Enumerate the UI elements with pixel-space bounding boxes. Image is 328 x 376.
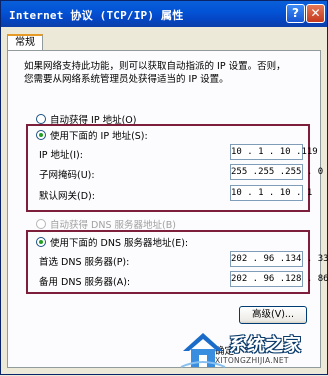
- alternate-dns-label: 备用 DNS 服务器(A):: [39, 277, 131, 288]
- subnet-mask-label: 子网掩码(U):: [39, 170, 95, 181]
- preferred-dns-field[interactable]: 202 . 96 .134 . 33: [230, 251, 328, 267]
- description-text: 如果网络支持此功能，则可以获取自动指派的 IP 设置。否则， 您需要从网络系统管…: [24, 61, 286, 85]
- auto-dns-label: 自动获得 DNS 服务器地址(B): [50, 220, 176, 231]
- manual-dns-label: 使用下面的 DNS 服务器地址(E):: [50, 238, 189, 249]
- radio-button-checked-icon: [36, 130, 46, 140]
- close-button[interactable]: ✕: [306, 4, 325, 23]
- default-gateway-field[interactable]: 10 . 1 . 10 . 1: [230, 185, 312, 201]
- radio-button-disabled-icon: [36, 219, 46, 229]
- radio-button-icon: [36, 114, 46, 124]
- subnet-mask-field[interactable]: 255 .255 .255 . 0: [230, 164, 323, 180]
- ip-properties-dialog: Internet 协议 (TCP/IP) 属性 ? ✕ 常规 如果网络支持此功能…: [0, 0, 328, 375]
- radio-button-checked-icon: [36, 237, 46, 247]
- watermark-site-name: 系统之家: [229, 335, 301, 356]
- preferred-dns-label: 首选 DNS 服务器(P):: [39, 257, 130, 268]
- manual-ip-radio[interactable]: 使用下面的 IP 地址(S):: [36, 128, 148, 142]
- site-watermark: 系统之家 XITONGZHIJIA.NET: [171, 323, 328, 376]
- manual-ip-label: 使用下面的 IP 地址(S):: [50, 131, 148, 142]
- ip-address-field[interactable]: 10 . 1 . 10 .119: [230, 144, 318, 160]
- ip-address-label: IP 地址(I):: [39, 150, 83, 161]
- window-title: Internet 协议 (TCP/IP) 属性: [9, 9, 184, 22]
- watermark-url: XITONGZHIJIA.NET: [215, 356, 289, 365]
- tab-general[interactable]: 常规: [7, 34, 43, 51]
- manual-dns-radio[interactable]: 使用下面的 DNS 服务器地址(E):: [36, 235, 188, 249]
- advanced-button[interactable]: 高级(V)...: [239, 306, 307, 324]
- title-bar[interactable]: Internet 协议 (TCP/IP) 属性 ? ✕: [1, 1, 327, 27]
- alternate-dns-field[interactable]: 202 . 96 .128 . 86: [230, 271, 328, 287]
- auto-dns-radio[interactable]: 自动获得 DNS 服务器地址(B): [36, 217, 176, 231]
- default-gateway-label: 默认网关(D):: [39, 191, 95, 202]
- help-button[interactable]: ?: [286, 4, 305, 23]
